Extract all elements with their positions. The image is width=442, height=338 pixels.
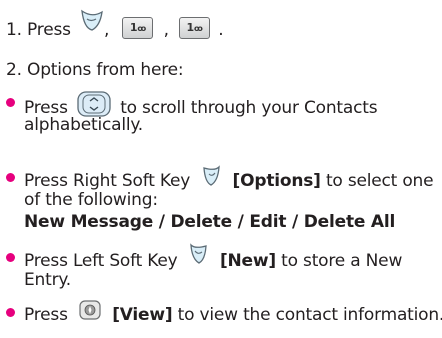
step-2-text: 2. Options from here: (6, 60, 184, 80)
number-1-key-icon: 1ꝏ (122, 17, 154, 39)
bullet-dot (6, 253, 15, 262)
left-soft-key-icon (189, 243, 209, 271)
bullet-dot (6, 308, 15, 317)
right-soft-key-icon (201, 165, 221, 193)
number-1-key-icon: 1ꝏ (179, 17, 211, 39)
step-2: 2. Options from here: (6, 59, 184, 81)
ok-key-icon (79, 300, 101, 326)
left-soft-key-icon (80, 9, 104, 39)
menu-options: New Message / Delete / Edit / Delete All (24, 212, 396, 232)
step-1-text: 1. Press (6, 20, 71, 40)
bullet-dot (6, 98, 15, 107)
bullet-dot (6, 173, 15, 182)
step-1: 1. Press , 1ꝏ , 1ꝏ . (6, 9, 224, 45)
